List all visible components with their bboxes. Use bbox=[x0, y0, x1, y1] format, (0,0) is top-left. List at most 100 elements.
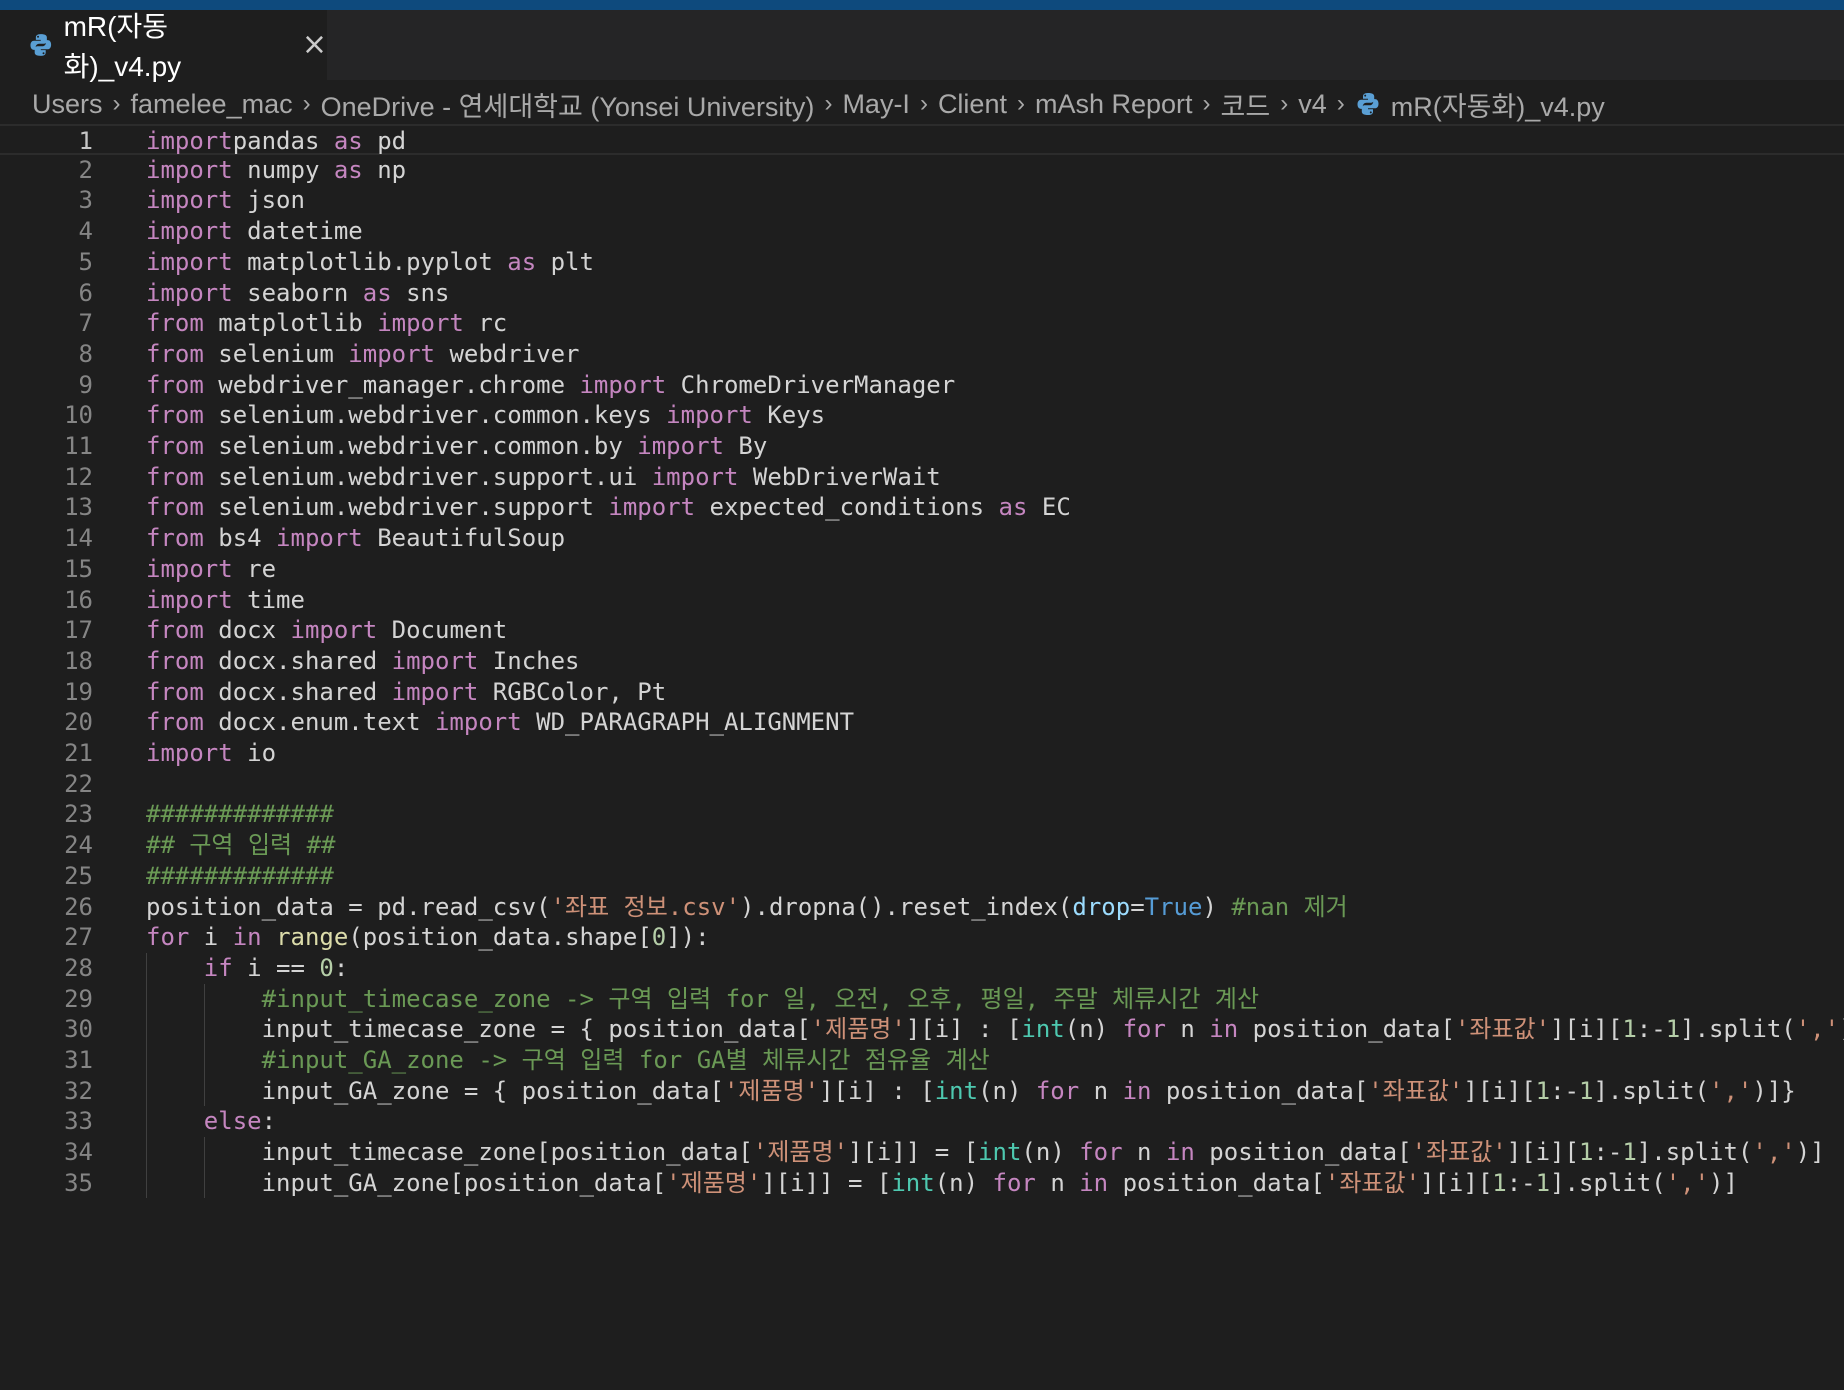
code-line[interactable]: 12 from selenium.webdriver.support.ui imp… bbox=[0, 462, 1844, 493]
breadcrumb-item[interactable]: Users bbox=[32, 89, 103, 120]
breadcrumb-item[interactable]: Client bbox=[938, 89, 1007, 120]
code-line[interactable]: 9 from webdriver_manager.chrome import Ch… bbox=[0, 370, 1844, 401]
code-line[interactable]: 22 bbox=[0, 769, 1844, 800]
code-line[interactable]: 24 ## 구역 입력 ## bbox=[0, 830, 1844, 861]
line-number: 4 bbox=[78, 217, 93, 246]
code-token: in bbox=[1079, 1168, 1109, 1197]
code-line[interactable]: 1 importpandas as pd bbox=[0, 124, 1844, 155]
code-token: import bbox=[146, 186, 233, 215]
code-line[interactable]: 7 from matplotlib import rc bbox=[0, 308, 1844, 339]
code-token: #input_timecase_zone -> 구역 입력 for 일, 오전,… bbox=[261, 984, 1260, 1013]
code-text: from bs4 import BeautifulSoup bbox=[146, 523, 565, 554]
code-line[interactable]: 21 import io bbox=[0, 738, 1844, 769]
code-text: from docx import Document bbox=[146, 615, 507, 646]
code-line[interactable]: 34 input_timecase_zone[position_data['제품… bbox=[0, 1137, 1844, 1168]
line-number: 31 bbox=[64, 1046, 93, 1074]
code-line[interactable]: 30 input_timecase_zone = { position_data… bbox=[0, 1014, 1844, 1045]
code-line[interactable]: 16 import time bbox=[0, 585, 1844, 616]
line-number: 33 bbox=[64, 1107, 93, 1136]
code-text: import seaborn as sns bbox=[146, 278, 449, 309]
code-line[interactable]: 4 import datetime bbox=[0, 216, 1844, 247]
code-token: 0 bbox=[319, 953, 334, 982]
code-token: docx.shared bbox=[203, 677, 392, 706]
breadcrumb-item[interactable]: May-I bbox=[842, 89, 910, 120]
code-token: )]} bbox=[1839, 1015, 1844, 1043]
code-text: from selenium.webdriver.common.by import… bbox=[146, 431, 767, 462]
breadcrumb-item[interactable]: mAsh Report bbox=[1035, 89, 1193, 120]
code-line[interactable]: 18 from docx.shared import Inches bbox=[0, 646, 1844, 677]
code-line[interactable]: 6 import seaborn as sns bbox=[0, 278, 1844, 309]
code-token: webdriver_manager.chrome bbox=[203, 370, 580, 399]
code-token: import bbox=[666, 401, 753, 430]
chevron-right-icon: › bbox=[824, 90, 833, 117]
code-text: ## 구역 입력 ## bbox=[146, 830, 335, 861]
code-token: ]): bbox=[666, 923, 710, 952]
code-line[interactable]: 2 import numpy as np bbox=[0, 155, 1844, 186]
code-line[interactable]: 10 from selenium.webdriver.common.keys im… bbox=[0, 400, 1844, 431]
close-icon[interactable]: × bbox=[302, 30, 327, 60]
code-line[interactable]: 5 import matplotlib.pyplot as plt bbox=[0, 247, 1844, 278]
breadcrumb-item[interactable]: 코드 bbox=[1221, 85, 1271, 124]
code-token: input_GA_zone[position_data[ bbox=[146, 1168, 667, 1197]
code-editor[interactable]: 1 importpandas as pd 2 import numpy as np 3 i… bbox=[0, 124, 1844, 1390]
code-text: ############# bbox=[146, 799, 334, 830]
code-line[interactable]: 32 input_GA_zone = { position_data['제품명'… bbox=[0, 1075, 1844, 1107]
breadcrumb-item[interactable]: v4 bbox=[1298, 89, 1327, 120]
code-line[interactable]: 31 #input_GA_zone -> 구역 입력 for GA별 체류시간 … bbox=[0, 1045, 1844, 1076]
code-token: int bbox=[978, 1138, 1022, 1167]
code-token: 0 bbox=[651, 923, 667, 952]
code-line[interactable]: 29 #input_timecase_zone -> 구역 입력 for 일, … bbox=[0, 983, 1844, 1015]
breadcrumb-item[interactable]: famelee_mac bbox=[131, 89, 293, 120]
code-token: for bbox=[1122, 1015, 1166, 1044]
code-text: from docx.enum.text import WD_PARAGRAPH_… bbox=[146, 707, 854, 738]
line-number: 18 bbox=[64, 646, 93, 675]
breadcrumb-file[interactable]: mR(자동화)_v4.py bbox=[1355, 85, 1605, 124]
code-token: ][i][ bbox=[1506, 1138, 1579, 1167]
code-token: import bbox=[348, 339, 435, 368]
code-token: import bbox=[290, 616, 378, 645]
code-token: import bbox=[146, 585, 233, 614]
code-token: ',' bbox=[1795, 1015, 1840, 1044]
code-token: 1 bbox=[1535, 1076, 1551, 1105]
code-line[interactable]: 23 ############# bbox=[0, 799, 1844, 830]
code-line[interactable]: 15 import re bbox=[0, 554, 1844, 585]
tab-active-file[interactable]: mR(자동화)_v4.py × bbox=[0, 10, 327, 82]
code-token: input_timecase_zone[position_data[ bbox=[146, 1138, 753, 1167]
code-token: (n) bbox=[934, 1168, 993, 1197]
code-line[interactable]: 11 from selenium.webdriver.common.by impo… bbox=[0, 431, 1844, 462]
breadcrumb-item[interactable]: OneDrive - 연세대학교 (Yonsei University) bbox=[321, 85, 815, 124]
editor-tab-strip: mR(자동화)_v4.py × bbox=[0, 10, 1844, 82]
code-token: i == bbox=[232, 953, 320, 982]
code-token: input_timecase_zone = { position_data[ bbox=[146, 1015, 811, 1044]
code-line[interactable]: 3 import json bbox=[0, 185, 1844, 216]
code-line[interactable]: 14 from bs4 import BeautifulSoup bbox=[0, 523, 1844, 554]
code-line[interactable]: 8 from selenium import webdriver bbox=[0, 339, 1844, 370]
code-line[interactable]: 17 from docx import Document bbox=[0, 615, 1844, 646]
code-line[interactable]: 27 for i in range(position_data.shape[0])… bbox=[0, 922, 1844, 953]
line-number: 29 bbox=[64, 984, 93, 1013]
line-number: 11 bbox=[64, 432, 93, 460]
code-line[interactable]: 26 position_data = pd.read_csv('좌표 정보.csv… bbox=[0, 892, 1844, 923]
code-line[interactable]: 33 else: bbox=[0, 1106, 1844, 1138]
code-token: for bbox=[992, 1168, 1036, 1197]
line-number: 7 bbox=[78, 309, 93, 338]
code-token: True bbox=[1144, 892, 1203, 921]
code-token: ][i]] = [ bbox=[848, 1138, 979, 1167]
code-token: import bbox=[146, 739, 233, 767]
code-token: ChromeDriverManager bbox=[666, 370, 956, 399]
code-line[interactable]: 19 from docx.shared import RGBColor, Pt bbox=[0, 677, 1844, 708]
code-token: #input_GA_zone -> 구역 입력 for GA별 체류시간 점유율… bbox=[261, 1046, 990, 1074]
code-line[interactable]: 35 input_GA_zone[position_data['제품명'][i]… bbox=[0, 1167, 1844, 1199]
code-line[interactable]: 25 ############# bbox=[0, 861, 1844, 892]
code-line[interactable]: 20 from docx.enum.text import WD_PARAGRAP… bbox=[0, 707, 1844, 738]
code-line[interactable]: 13 from selenium.webdriver.support import… bbox=[0, 492, 1844, 523]
code-token: datetime bbox=[232, 217, 363, 246]
code-text: position_data = pd.read_csv('좌표 정보.csv')… bbox=[146, 892, 1348, 923]
code-token: 1 bbox=[1665, 1015, 1681, 1044]
code-line[interactable]: 28 if i == 0: bbox=[0, 952, 1844, 984]
code-token: )] bbox=[1795, 1138, 1825, 1167]
